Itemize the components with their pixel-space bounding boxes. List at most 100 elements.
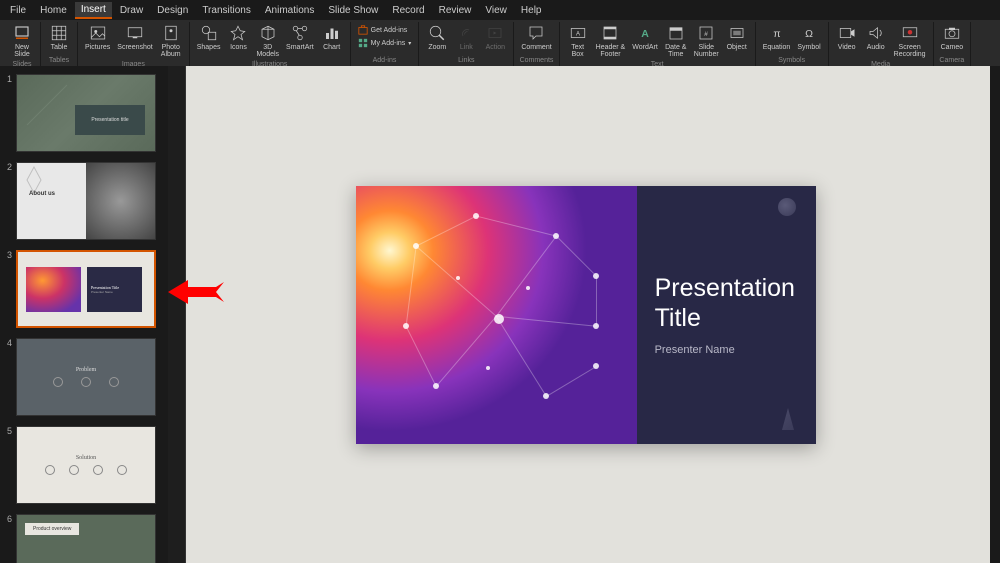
ribbon-comment-button[interactable]: Comment [518, 22, 554, 53]
menu-file[interactable]: File [4, 3, 32, 18]
slide-title-text[interactable]: PresentationTitle [655, 274, 816, 334]
menu-home[interactable]: Home [34, 3, 73, 18]
ribbon-equation-button[interactable]: π Equation [760, 22, 794, 53]
menu-view[interactable]: View [479, 3, 513, 18]
new-slide-icon [13, 24, 31, 42]
ribbon-3d-button[interactable]: 3DModels [253, 22, 282, 60]
ribbon-chart-button[interactable]: Chart [318, 22, 346, 53]
menu-help[interactable]: Help [515, 3, 548, 18]
menu-draw[interactable]: Draw [114, 3, 149, 18]
zoom-icon [428, 24, 446, 42]
ribbon-table-button[interactable]: Table [45, 22, 73, 53]
slide-picture-placeholder[interactable] [356, 186, 637, 444]
ribbon-link-button[interactable]: Link [452, 22, 480, 53]
ribbon-group-media: VideoAudioScreenRecordingMedia [829, 22, 934, 66]
ribbon-label: Link [460, 44, 473, 51]
ribbon-label: Action [486, 44, 505, 51]
wordart-icon: A [636, 24, 654, 42]
slide-subtitle-text[interactable]: Presenter Name [655, 344, 816, 356]
ribbon-my-addins[interactable]: My Add-ins ▾ [355, 37, 415, 49]
slide-thumbnail-5[interactable]: Solution [16, 426, 156, 504]
ribbon-group-tables: TableTables [41, 22, 78, 66]
menu-animations[interactable]: Animations [259, 3, 320, 18]
ribbon-label: Pictures [85, 44, 110, 51]
ribbon-group-label: Add-ins [373, 56, 397, 66]
chart-icon [323, 24, 341, 42]
ribbon-label: Symbol [797, 44, 820, 51]
date-icon [667, 24, 685, 42]
ribbon-label: TextBox [571, 44, 584, 58]
ribbon-wordart-button[interactable]: A WordArt [629, 22, 661, 53]
ribbon-label: 3DModels [256, 44, 279, 58]
ribbon-label: Table [51, 44, 68, 51]
workspace: 1 Presentation title 2 About us 3 Presen… [0, 66, 1000, 563]
ribbon-new-slide-button[interactable]: NewSlide [8, 22, 36, 60]
svg-text:Ω: Ω [805, 28, 813, 40]
ribbon-label: NewSlide [14, 44, 30, 58]
current-slide[interactable]: PresentationTitle Presenter Name [356, 186, 816, 444]
ribbon-label: WordArt [632, 44, 658, 51]
ribbon-group-slides: NewSlideSlides [4, 22, 41, 66]
ribbon-store[interactable]: Get Add-ins [355, 24, 411, 36]
menu-transitions[interactable]: Transitions [196, 3, 257, 18]
menu-review[interactable]: Review [433, 3, 478, 18]
ribbon-group-label: Camera [939, 56, 964, 66]
ribbon-screenshot-button[interactable]: Screenshot [114, 22, 155, 53]
ribbon-label: Chart [323, 44, 340, 51]
thumb-number: 3 [4, 250, 12, 260]
menu-insert[interactable]: Insert [75, 2, 112, 19]
ribbon-label: Get Add-ins [371, 27, 408, 34]
photo-album-icon [162, 24, 180, 42]
action-icon [486, 24, 504, 42]
ribbon-label: Comment [521, 44, 551, 51]
moon-decoration-icon [778, 198, 796, 216]
ribbon-group-symbols: πEquationΩSymbolSymbols [756, 22, 829, 66]
ribbon-picture-button[interactable]: Pictures [82, 22, 113, 53]
ribbon-header-button[interactable]: Header &Footer [593, 22, 629, 60]
screenshot-icon [126, 24, 144, 42]
picture-icon [89, 24, 107, 42]
header-icon [601, 24, 619, 42]
ribbon-smartart-button[interactable]: SmartArt [283, 22, 317, 53]
cameo-icon [943, 24, 961, 42]
thumb-number: 2 [4, 162, 12, 172]
ribbon-label: PhotoAlbum [161, 44, 181, 58]
object-icon [728, 24, 746, 42]
ribbon-label: Object [727, 44, 747, 51]
slide-thumbnail-6[interactable]: Product overview [16, 514, 156, 563]
ribbon-label: Equation [763, 44, 791, 51]
ribbon-group-label: Comments [520, 56, 554, 66]
slide-thumbnail-3[interactable]: Presentation TitlePresenter Name [16, 250, 156, 328]
equation-icon: π [768, 24, 786, 42]
ribbon-zoom-button[interactable]: Zoom [423, 22, 451, 53]
ribbon-cameo-button[interactable]: Cameo [938, 22, 967, 53]
smartart-icon [291, 24, 309, 42]
menu-design[interactable]: Design [151, 3, 194, 18]
ribbon-shapes-button[interactable]: Shapes [194, 22, 224, 53]
slide-thumbnail-1[interactable]: Presentation title [16, 74, 156, 152]
recording-icon [901, 24, 919, 42]
ribbon-photo-album-button[interactable]: PhotoAlbum [157, 22, 185, 60]
slide-canvas[interactable]: PresentationTitle Presenter Name [186, 66, 1000, 563]
slide-thumbnail-2[interactable]: About us [16, 162, 156, 240]
menu-slideshow[interactable]: Slide Show [322, 3, 384, 18]
menu-record[interactable]: Record [386, 3, 430, 18]
slide-text-panel[interactable]: PresentationTitle Presenter Name [637, 186, 816, 444]
ribbon-label: SmartArt [286, 44, 314, 51]
ribbon-action-button[interactable]: Action [481, 22, 509, 53]
ribbon-video-button[interactable]: Video [833, 22, 861, 53]
ribbon-symbol-button[interactable]: Ω Symbol [794, 22, 823, 53]
ribbon-icons-button[interactable]: Icons [224, 22, 252, 53]
ribbon-number-button[interactable]: #SlideNumber [691, 22, 722, 60]
ribbon-label: My Add-ins [371, 40, 406, 47]
vertical-scrollbar[interactable] [990, 66, 1000, 563]
slide-thumbnail-4[interactable]: Problem [16, 338, 156, 416]
ribbon-group-comments: Comment Comments [514, 22, 559, 66]
ribbon-label: SlideNumber [694, 44, 719, 58]
annotation-arrow-icon [168, 278, 224, 306]
ribbon-date-button[interactable]: Date &Time [662, 22, 690, 60]
ribbon-object-button[interactable]: Object [723, 22, 751, 53]
ribbon-textbox-button[interactable]: ATextBox [564, 22, 592, 60]
ribbon-recording-button[interactable]: ScreenRecording [891, 22, 929, 60]
ribbon-audio-button[interactable]: Audio [862, 22, 890, 53]
